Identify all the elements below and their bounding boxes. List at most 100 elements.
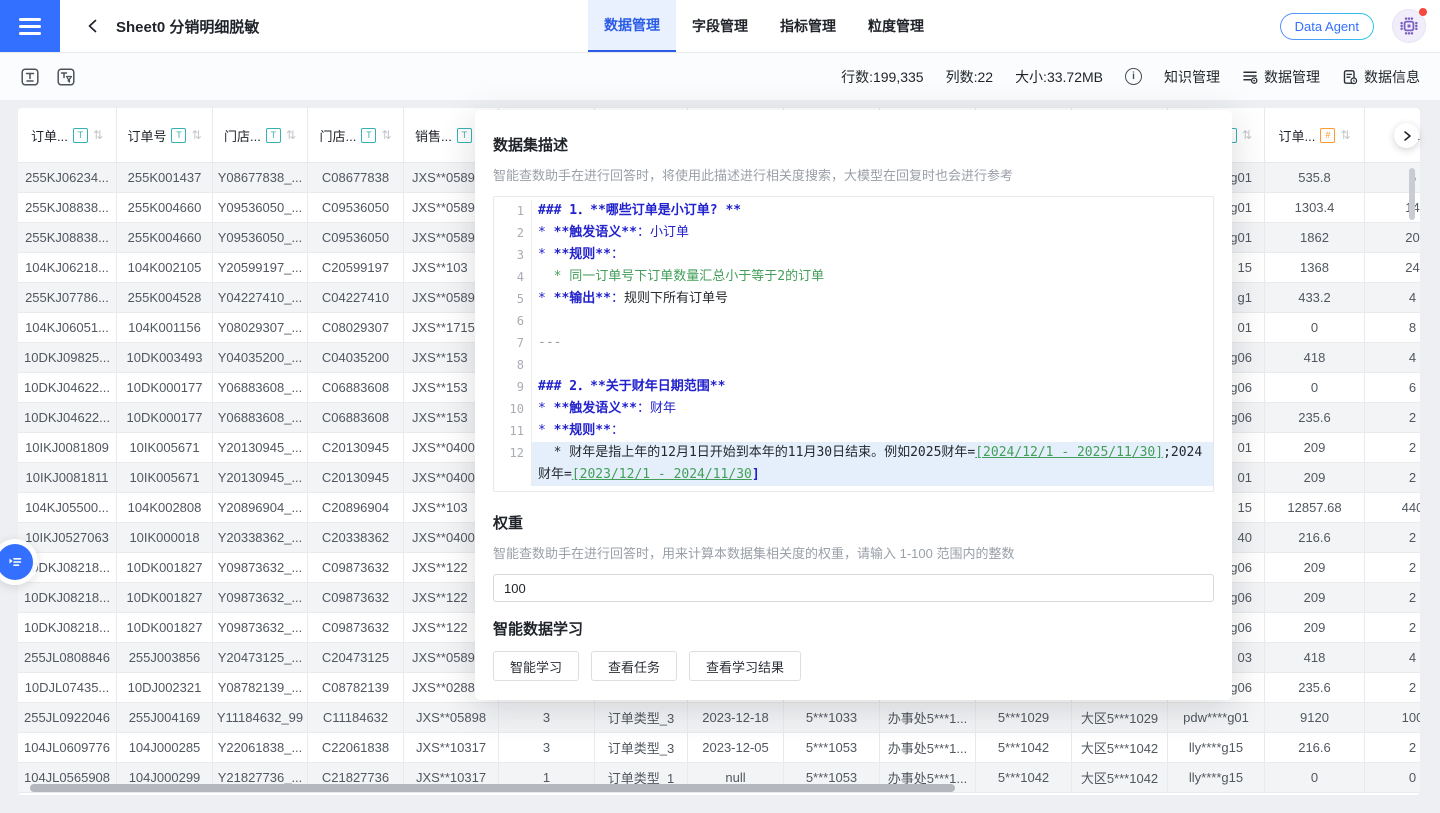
page-title: Sheet0 分销明细脱敏: [116, 16, 259, 37]
description-editor[interactable]: 1### 1．**哪些订单是小订单? **2* **触发语义**：小订单3* *…: [493, 196, 1214, 492]
sort-icon[interactable]: ⇅: [286, 128, 296, 142]
field-settings-icon[interactable]: [20, 67, 40, 87]
line-number: 4: [494, 266, 532, 288]
knowledge-management-button[interactable]: 知识管理: [1164, 67, 1220, 87]
table-cell: 216.6: [1265, 523, 1365, 553]
data-info-button[interactable]: 数据信息: [1342, 67, 1420, 87]
editor-line-content[interactable]: * 同一订单号下订单数量汇总小于等于2的订单: [532, 266, 1213, 288]
editor-line-content[interactable]: * **规则**：: [532, 244, 1213, 266]
editor-line-content[interactable]: ### 1．**哪些订单是小订单? **: [532, 200, 1213, 222]
text-type-icon: T: [73, 128, 88, 143]
table-cell: Y04227410_...: [213, 283, 308, 313]
document-icon: [1342, 69, 1358, 85]
table-cell: 大区5***1042: [1072, 763, 1168, 793]
data-management-button[interactable]: 数据管理: [1242, 67, 1320, 87]
vertical-scrollbar[interactable]: [1409, 168, 1415, 220]
chat-bubble-icon: [6, 553, 24, 571]
back-button[interactable]: [84, 17, 102, 35]
table-cell: 10DKJ04622...: [18, 403, 117, 433]
editor-line-content[interactable]: [532, 354, 1213, 376]
row-count: 行数:199,335: [841, 67, 924, 87]
table-cell: 4: [1365, 343, 1420, 373]
field-filter-icon[interactable]: [56, 67, 76, 87]
table-cell: C06883608: [308, 373, 404, 403]
editor-line-content[interactable]: * **触发语义**：小订单: [532, 222, 1213, 244]
view-tasks-button[interactable]: 查看任务: [591, 651, 677, 681]
editor-line-content[interactable]: * 财年是指上年的12月1日开始到本年的11月30日结束。例如2025财年=[2…: [532, 442, 1213, 486]
tab-metric-management[interactable]: 指标管理: [764, 0, 852, 52]
column-header[interactable]: 订单...#⇅: [1265, 108, 1365, 163]
line-number: 8: [494, 354, 532, 376]
column-header[interactable]: 门店... T ⇅: [308, 108, 404, 163]
table-cell: 2: [1365, 463, 1420, 493]
table-cell: lly****g15: [1168, 733, 1265, 763]
chevron-left-icon: [84, 17, 102, 35]
horizontal-scrollbar[interactable]: [30, 784, 955, 792]
hamburger-menu-button[interactable]: [0, 0, 60, 52]
table-cell: 10DK001827: [117, 553, 213, 583]
table-cell: 440: [1365, 493, 1420, 523]
table-cell: Y20338362_...: [213, 523, 308, 553]
sort-icon[interactable]: ⇅: [1242, 128, 1252, 142]
table-cell: 255K004660: [117, 223, 213, 253]
table-cell: 10DKJ08218...: [18, 613, 117, 643]
sort-icon[interactable]: ⇅: [191, 128, 201, 142]
table-cell: 209: [1265, 583, 1365, 613]
weight-input[interactable]: [493, 574, 1214, 602]
tab-data-management[interactable]: 数据管理: [588, 0, 676, 52]
tab-granularity-management[interactable]: 粒度管理: [852, 0, 940, 52]
sort-icon[interactable]: ⇅: [93, 128, 103, 142]
table-cell: 235.6: [1265, 403, 1365, 433]
table-cell: C11184632: [308, 703, 404, 733]
notification-dot: [1419, 8, 1427, 16]
tab-field-management[interactable]: 字段管理: [676, 0, 764, 52]
editor-line-content[interactable]: ---: [532, 332, 1213, 354]
dataset-size: 大小:33.72MB: [1015, 67, 1103, 87]
expand-columns-button[interactable]: [1394, 123, 1419, 148]
table-cell: Y08677838_...: [213, 163, 308, 193]
editor-line: 1### 1．**哪些订单是小订单? **: [494, 200, 1213, 222]
editor-line: 2* **触发语义**：小订单: [494, 222, 1213, 244]
column-header[interactable]: 订单号T⇅: [117, 108, 213, 163]
table-cell: 235.6: [1265, 673, 1365, 703]
table-cell: 10DKJ08218...: [18, 583, 117, 613]
column-header[interactable]: 门店...T⇅: [213, 108, 308, 163]
table-cell: 433.2: [1265, 283, 1365, 313]
table-cell: Y09873632_...: [213, 553, 308, 583]
table-cell: C20130945: [308, 433, 404, 463]
table-cell: Y22061838_...: [213, 733, 308, 763]
data-agent-button[interactable]: Data Agent: [1280, 13, 1374, 40]
editor-line-content[interactable]: * **输出**：规则下所有订单号: [532, 288, 1213, 310]
table-cell: Y20599197_...: [213, 253, 308, 283]
column-header[interactable]: 订单...T⇅: [18, 108, 117, 163]
table-cell: 2: [1365, 583, 1420, 613]
editor-line-content[interactable]: * **规则**：: [532, 420, 1213, 442]
table-cell: Y11184632_99: [213, 703, 308, 733]
table-cell: 255KJ07786...: [18, 283, 117, 313]
table-cell: 1303.4: [1265, 193, 1365, 223]
editor-line-content[interactable]: [532, 310, 1213, 332]
table-cell: 104KJ06218...: [18, 253, 117, 283]
table-cell: 209: [1265, 433, 1365, 463]
column-label: 门店...: [320, 126, 357, 145]
table-cell: 3: [499, 733, 595, 763]
sort-icon[interactable]: ⇅: [1340, 128, 1350, 142]
editor-line-content[interactable]: ### 2．**关于财年日期范围**: [532, 376, 1213, 398]
table-cell: 1862: [1265, 223, 1365, 253]
table-cell: 5***1042: [976, 733, 1072, 763]
table-cell: Y09873632_...: [213, 583, 308, 613]
text-type-icon: T: [361, 128, 376, 143]
smart-learning-button[interactable]: 智能学习: [493, 651, 579, 681]
table-cell: 10DK000177: [117, 373, 213, 403]
table-cell: Y08782139_...: [213, 673, 308, 703]
editor-line-content[interactable]: * **触发语义**：财年: [532, 398, 1213, 420]
table-cell: 0: [1265, 373, 1365, 403]
info-icon[interactable]: i: [1125, 68, 1142, 85]
view-learning-results-button[interactable]: 查看学习结果: [689, 651, 801, 681]
editor-line: 7---: [494, 332, 1213, 354]
sort-icon[interactable]: ⇅: [381, 128, 391, 142]
column-label: 订单...: [1279, 126, 1316, 145]
avatar[interactable]: [1392, 9, 1426, 43]
table-cell: 255KJ08838...: [18, 193, 117, 223]
editor-line: 9### 2．**关于财年日期范围**: [494, 376, 1213, 398]
